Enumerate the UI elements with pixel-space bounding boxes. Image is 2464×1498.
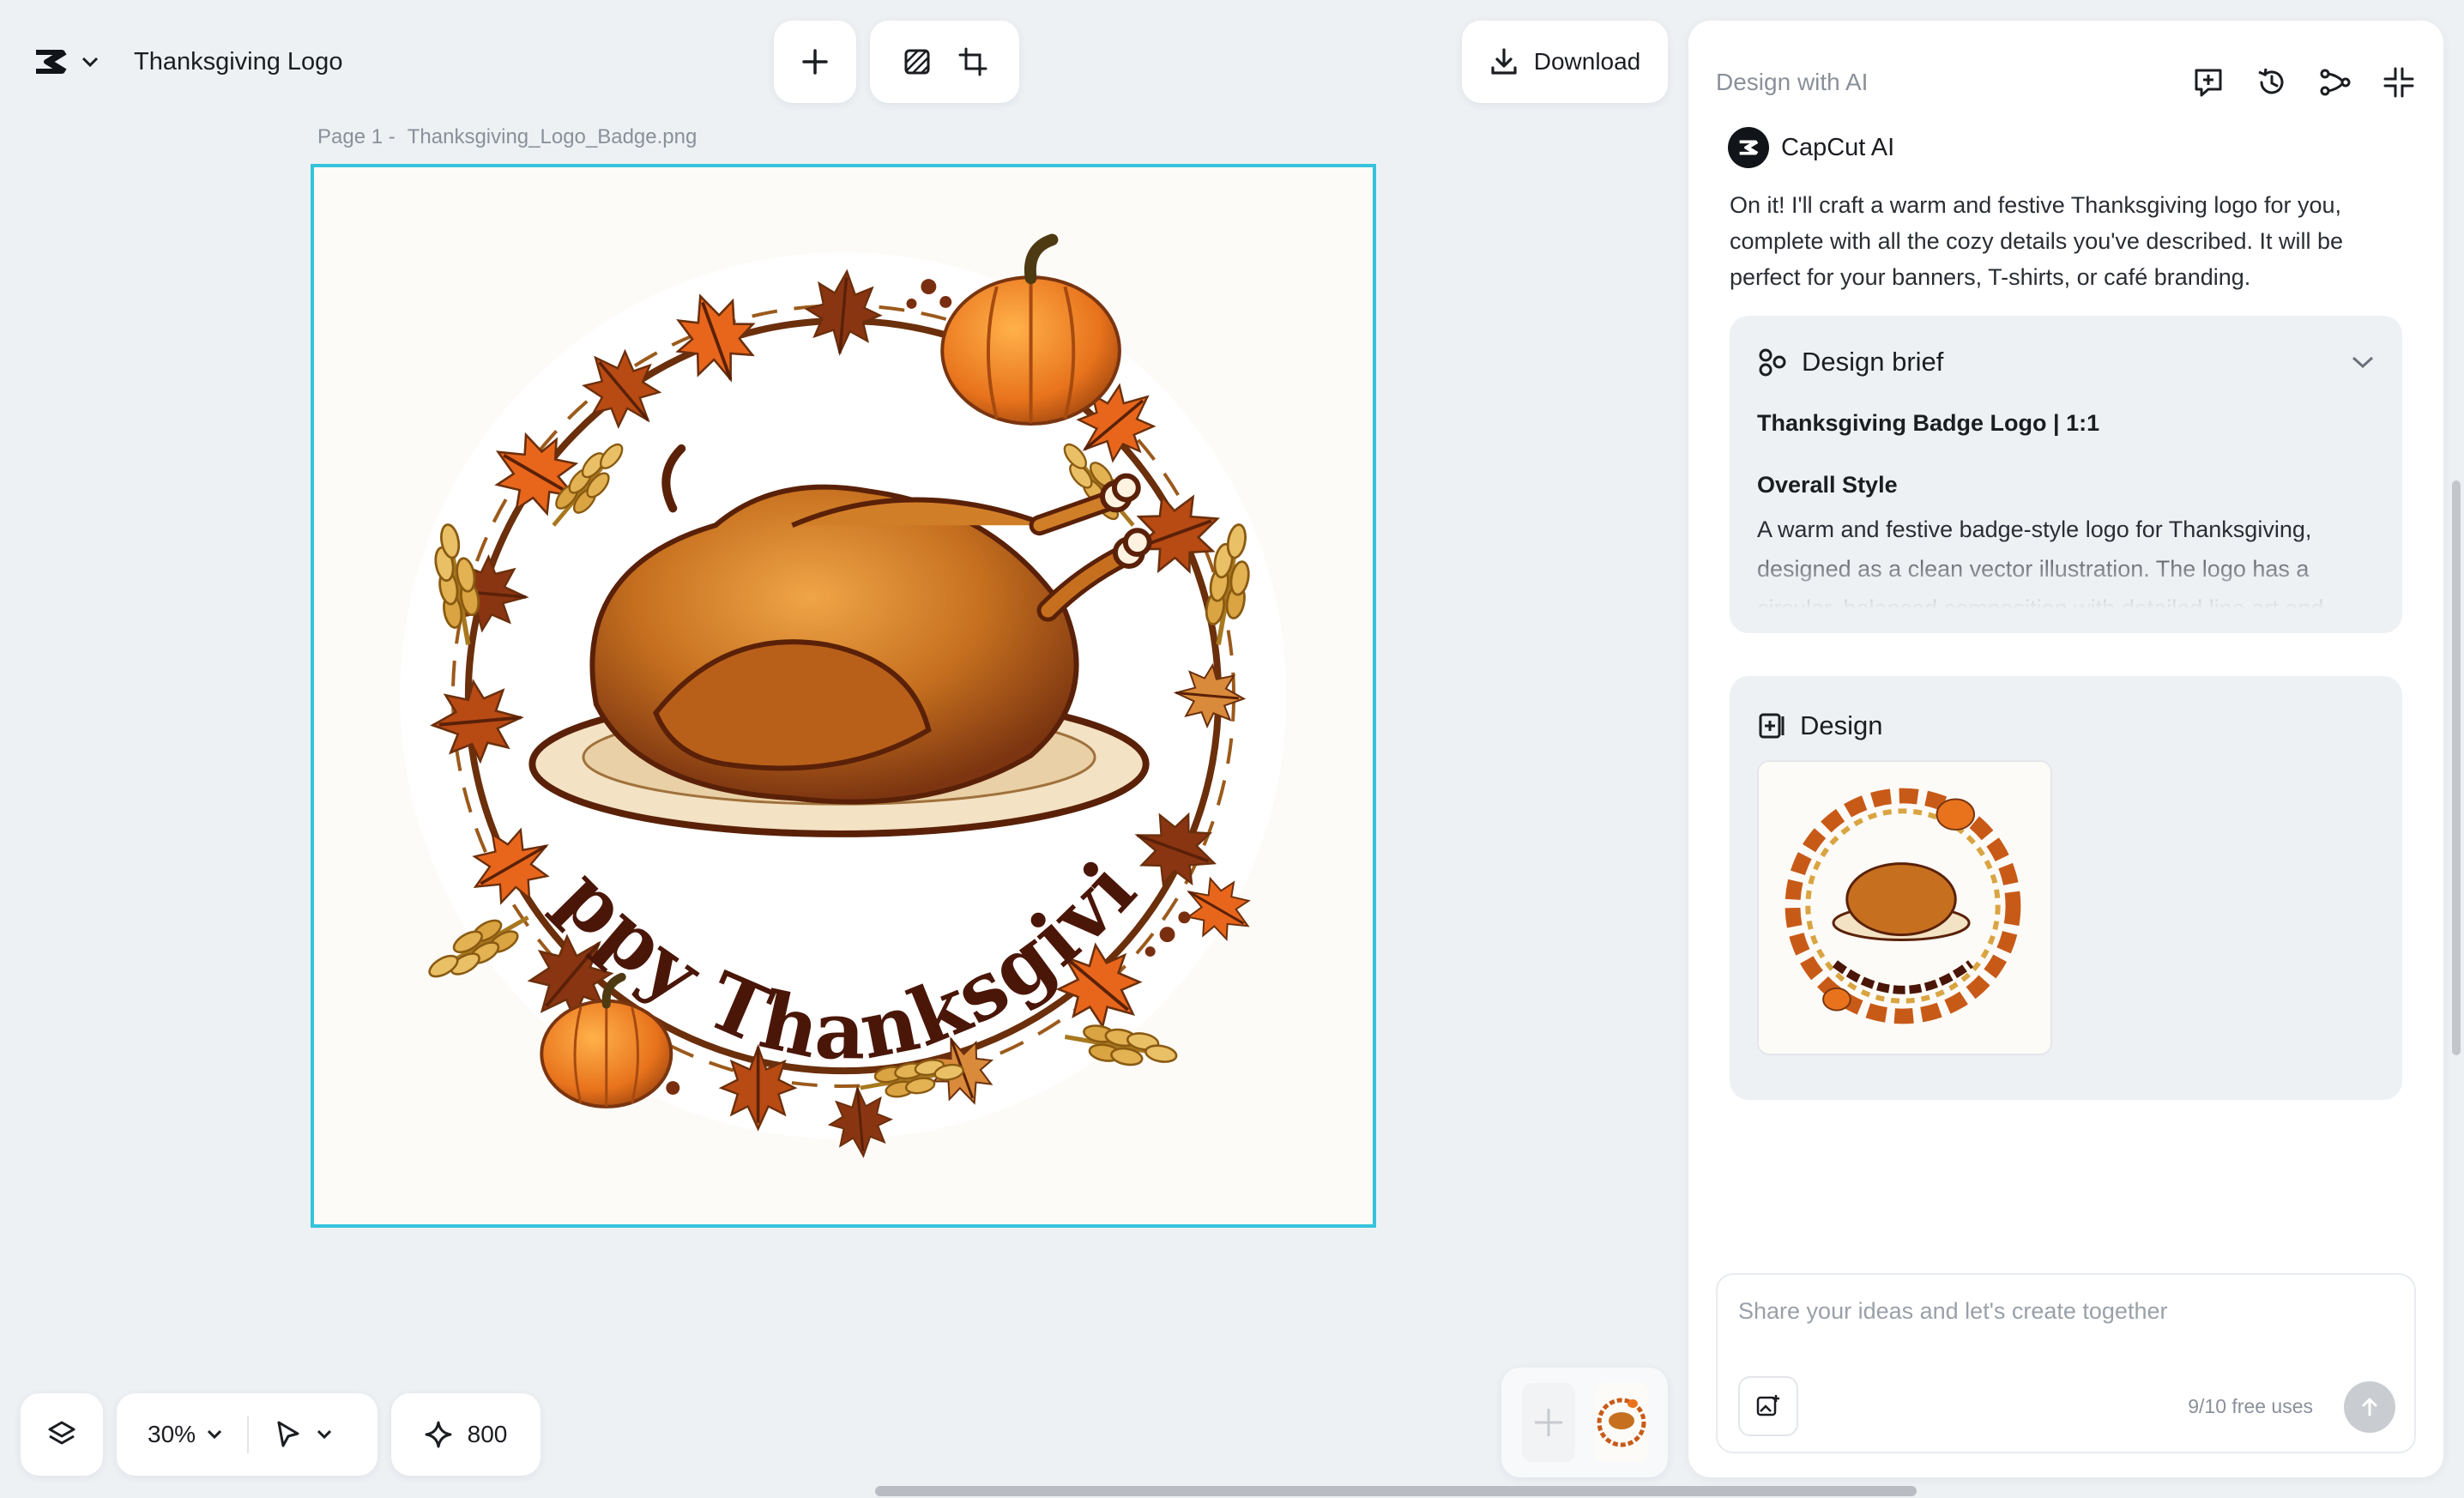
fade-overlay [1730,539,2402,633]
project-menu[interactable]: Thanksgiving Logo [7,19,377,105]
add-page-button[interactable] [1521,1383,1575,1462]
brief-section-title: Overall Style [1757,472,1898,498]
attach-image-button[interactable] [1738,1376,1798,1436]
vertical-scrollbar[interactable] [2452,480,2461,1055]
panel-header: Design with AI [1716,51,2416,113]
brief-title: Design brief [1802,347,1944,377]
pointer-icon [275,1420,302,1449]
design-result-card: Design [1730,676,2402,1100]
download-label: Download [1533,48,1641,75]
panel-title: Design with AI [1716,69,1869,95]
divider [247,1416,250,1453]
prompt-composer: 9/10 free uses [1716,1273,2416,1453]
collapse-icon[interactable] [2382,65,2416,100]
chevron-down-icon[interactable] [81,56,100,68]
remove-background-icon[interactable] [903,47,932,76]
ai-panel: Design with AI CapCut AI On it! I'll cra… [1688,21,2443,1477]
arrow-up-icon [2362,1398,2377,1416]
page-label: Page 1 - Thanksgiving_Logo_Badge.png [317,125,697,149]
usage-counter: 9/10 free uses [2188,1395,2313,1417]
project-title[interactable]: Thanksgiving Logo [134,48,342,76]
select-tool-dropdown[interactable] [275,1420,333,1449]
design-brief-card[interactable]: Design brief Thanksgiving Badge Logo | 1… [1730,316,2402,633]
chevron-down-icon [316,1429,333,1440]
thanksgiving-badge-thumbnail [1594,1383,1648,1462]
design-title: Design [1800,710,1883,740]
zoom-level: 30% [148,1421,196,1447]
add-button[interactable] [774,21,856,103]
file-name: Thanksgiving_Logo_Badge.png [407,125,698,148]
design-icon [1757,711,1786,740]
thanksgiving-badge-thumbnail [1759,762,2047,1050]
thanksgiving-badge-artwork: Happy Thanksgiving [314,167,1287,1160]
horizontal-scrollbar[interactable] [875,1486,1917,1496]
zoom-dropdown[interactable]: 30% [148,1421,223,1448]
share-icon[interactable] [2318,65,2352,100]
brief-subtitle: Thanksgiving Badge Logo | 1:1 [1757,410,2100,436]
credits-count: 800 [467,1421,508,1447]
artboard[interactable]: Happy Thanksgiving [311,164,1376,1228]
new-chat-icon[interactable] [2191,65,2225,100]
send-button[interactable] [2344,1381,2395,1433]
prompt-input[interactable] [1736,1297,2392,1326]
capcut-logo-icon [31,47,70,76]
assistant-name: CapCut AI [1781,133,1895,161]
page-thumbnail[interactable] [1594,1383,1648,1462]
design-thumbnail[interactable] [1757,760,2052,1055]
sparkle-icon [425,1421,452,1448]
brief-icon [1757,347,1788,378]
view-controls: 30% [117,1393,377,1476]
layers-button[interactable] [21,1393,103,1476]
assistant-header: CapCut AI [1728,127,1894,168]
assistant-message: On it! I'll craft a warm and festive Tha… [1730,192,2343,290]
pages-strip [1501,1368,1668,1477]
chevron-down-icon [206,1429,223,1440]
edit-tools [870,21,1019,103]
layers-icon [46,1419,77,1450]
resize-icon[interactable] [958,47,987,76]
download-button[interactable]: Download [1462,21,1668,103]
add-image-icon [1756,1395,1779,1416]
chevron-down-icon[interactable] [2351,355,2375,369]
credits-button[interactable]: 800 [391,1393,541,1476]
download-icon [1489,47,1519,76]
plus-icon [800,47,830,76]
page-number: Page 1 - [317,125,396,148]
capcut-logo-icon [1728,127,1769,168]
plus-icon [1534,1409,1562,1436]
history-icon[interactable] [2255,65,2289,100]
